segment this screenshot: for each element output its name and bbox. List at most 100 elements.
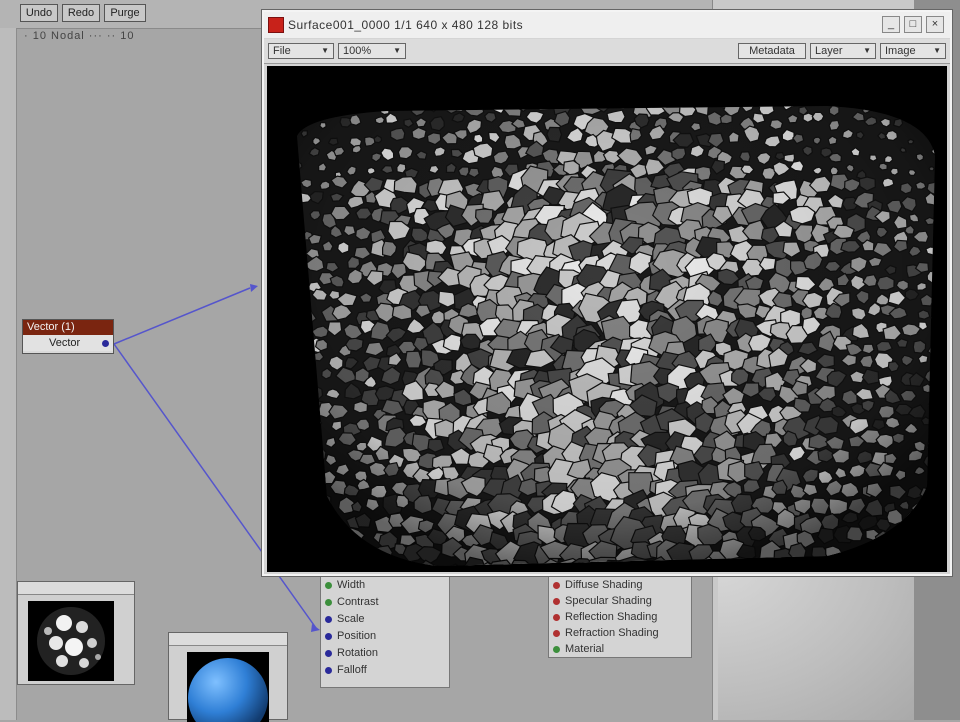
port-connector-icon[interactable]	[325, 599, 332, 606]
crackle-cell	[289, 408, 302, 419]
close-icon[interactable]: ×	[926, 16, 944, 33]
crackle-cell	[944, 539, 947, 546]
crackle-cell	[309, 472, 322, 481]
crackle-cell	[298, 323, 309, 334]
viewer-menu-bar: File▼ 100%▼ Metadata Layer▼ Image▼	[264, 39, 950, 64]
port-refraction-shading[interactable]: Refraction Shading	[549, 625, 691, 641]
crackle-cell	[286, 131, 294, 137]
port-reflection-shading[interactable]: Reflection Shading	[549, 609, 691, 625]
port-connector-icon[interactable]	[553, 614, 560, 621]
connection-line-viewer	[114, 288, 250, 344]
blue-sphere-preview	[169, 646, 287, 722]
crackle-cell	[428, 100, 439, 112]
crackle-cell	[292, 449, 305, 458]
crackle-cell	[314, 107, 325, 115]
crackle-cell	[910, 564, 922, 571]
vector-node[interactable]: Vector (1) Vector	[22, 319, 114, 354]
port-connector-icon[interactable]	[553, 598, 560, 605]
crackle-cell	[929, 504, 942, 517]
crackle-cell	[932, 469, 945, 481]
port-connector-icon[interactable]	[325, 667, 332, 674]
crackle-cell	[278, 517, 294, 530]
viewer-title-bar[interactable]: Surface001_0000 1/1 640 x 480 128 bits _…	[264, 12, 950, 38]
minimize-icon[interactable]: _	[882, 16, 900, 33]
port-position[interactable]: Position	[321, 628, 449, 645]
port-connector-icon[interactable]	[325, 650, 332, 657]
crackle-cell	[327, 554, 339, 563]
crackle-cell	[281, 320, 296, 331]
image-dropdown[interactable]: Image▼	[880, 43, 946, 59]
crackle-cell	[639, 562, 660, 572]
crackle-cell	[294, 261, 306, 271]
crackle-cell	[347, 561, 366, 572]
crackle-cell	[301, 529, 313, 539]
crackle-cell	[292, 292, 306, 301]
port-width[interactable]: Width	[321, 577, 449, 594]
crackle-cell	[946, 243, 947, 252]
port-connector-icon[interactable]	[553, 582, 560, 589]
crackle-cell	[937, 137, 943, 143]
port-contrast[interactable]: Contrast	[321, 594, 449, 611]
maximize-icon[interactable]: □	[904, 16, 922, 33]
crackle-cell	[600, 560, 624, 572]
crackle-cell	[891, 102, 902, 111]
texture-input-ports: Width Contrast Scale Position Rotation F…	[320, 576, 450, 688]
crackle-cell	[278, 486, 289, 497]
crackle-cell	[340, 531, 354, 545]
crackle-cell	[338, 563, 355, 572]
surface-preview-node[interactable]	[168, 632, 288, 720]
crackle-cell	[928, 402, 937, 411]
crackle-cell	[944, 506, 948, 517]
zoom-dropdown[interactable]: 100%▼	[338, 43, 406, 59]
surface-shading-ports: Diffuse Shading Specular Shading Reflect…	[548, 576, 692, 658]
layer-dropdown[interactable]: Layer▼	[810, 43, 876, 59]
node-header[interactable]	[169, 633, 287, 646]
crackle-cell	[616, 98, 630, 109]
vector-output-port[interactable]: Vector	[23, 335, 113, 351]
port-connector-icon[interactable]	[325, 633, 332, 640]
port-material[interactable]: Material	[549, 641, 691, 657]
render-canvas[interactable]	[267, 66, 947, 572]
cube-shading-overlay	[267, 66, 947, 572]
crackle-cell	[309, 419, 322, 430]
crackle-cell	[286, 417, 295, 426]
port-connector-icon[interactable]	[325, 582, 332, 589]
node-header[interactable]	[18, 582, 134, 595]
port-diffuse-shading[interactable]: Diffuse Shading	[549, 577, 691, 593]
crackle-cell	[721, 565, 741, 572]
chevron-down-icon: ▼	[393, 44, 401, 58]
crackle-cell	[298, 362, 311, 372]
crackle-cell	[304, 375, 315, 384]
crackle-cell	[936, 105, 944, 112]
vector-node-title[interactable]: Vector (1)	[23, 320, 113, 335]
crackle-cell	[329, 102, 337, 109]
port-connector-icon[interactable]	[553, 630, 560, 637]
port-connector-icon[interactable]	[553, 646, 560, 653]
crackle-cell	[936, 489, 946, 496]
port-specular-shading[interactable]: Specular Shading	[549, 593, 691, 609]
crackle-cell	[300, 490, 310, 498]
crackle-cell	[942, 297, 947, 308]
crackle-cell	[429, 566, 454, 572]
crackle-cell	[881, 567, 893, 572]
crackle-cell	[366, 566, 383, 572]
file-menu[interactable]: File▼	[268, 43, 334, 59]
metadata-button[interactable]: Metadata	[738, 43, 806, 59]
crackle-cell	[286, 361, 296, 369]
crackle-cell	[305, 433, 320, 448]
crackle-cell	[279, 107, 285, 112]
crackle-cell	[288, 373, 304, 385]
crackle-cell	[916, 529, 928, 541]
crackle-cell	[285, 258, 295, 266]
spots-texture-node[interactable]	[17, 581, 135, 685]
crackle-cell	[943, 166, 947, 173]
output-connector-icon[interactable]	[102, 340, 109, 347]
port-rotation[interactable]: Rotation	[321, 645, 449, 662]
port-connector-icon[interactable]	[325, 616, 332, 623]
crackle-cell	[930, 123, 939, 129]
crackle-cell	[718, 99, 730, 109]
crackle-cell	[325, 516, 342, 534]
port-falloff[interactable]: Falloff	[321, 662, 449, 679]
port-scale[interactable]: Scale	[321, 611, 449, 628]
crackle-cell	[944, 308, 947, 317]
